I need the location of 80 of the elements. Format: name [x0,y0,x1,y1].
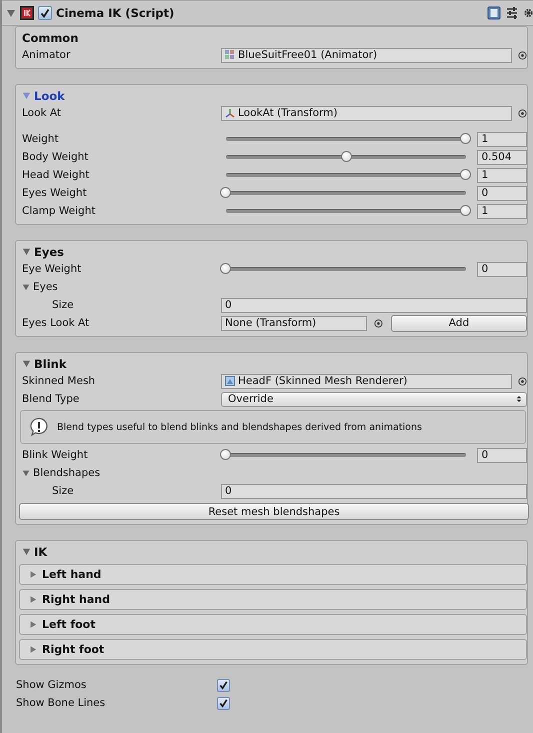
object-picker-icon[interactable] [374,318,383,328]
number-field[interactable]: 1 [477,204,527,218]
foldout-arrow-icon[interactable] [22,469,30,477]
blend-type-dropdown[interactable]: Override [221,392,527,406]
script-icon [20,6,34,20]
fold-arrow-icon[interactable] [22,247,31,256]
slider-thumb[interactable] [341,151,352,162]
foldout-arrow-icon [29,620,37,629]
field-label: Head Weight [22,169,90,181]
foldout-panel[interactable]: Right hand [19,589,527,610]
section-title[interactable]: Eyes [34,244,64,258]
size-field[interactable]: 0 [221,298,527,312]
slider-thumb[interactable] [460,205,472,216]
animator-icon [225,50,235,60]
field-label: Look At [22,107,62,119]
add-button[interactable]: Add [390,314,527,332]
object-field[interactable]: LookAt (Transform) [221,106,512,120]
object-field[interactable]: HeadF (Skinned Mesh Renderer) [221,374,512,388]
object-picker-icon[interactable] [518,50,527,60]
object-picker-icon[interactable] [518,376,527,386]
foldout-arrow-icon [29,645,37,654]
number-field[interactable]: 0.504 [477,150,527,164]
settings-icon[interactable] [523,6,533,20]
toggle-checkbox[interactable] [217,678,230,692]
array-foldout[interactable]: Eyes [22,281,221,293]
object-field[interactable]: BlueSuitFree01 (Animator) [221,48,512,62]
section-title[interactable]: Look [34,88,65,102]
presets-sliders-icon[interactable] [505,6,519,20]
toggle-label: Show Bone Lines [16,697,106,709]
field-label: Eye Weight [22,263,82,275]
foldout-panel[interactable]: Left hand [19,564,527,585]
field-label: Eyes Look At [22,317,90,329]
size-field[interactable]: 0 [221,484,527,498]
mesh-icon [225,376,235,386]
slider-thumb[interactable] [220,187,231,198]
field-label: Blend Type [22,393,80,405]
toggle-label: Show Gizmos [16,679,88,691]
component-title: Cinema IK (Script) [56,6,174,20]
field-label: Size [51,299,75,311]
foldout-arrow-icon[interactable] [22,283,30,291]
slider-thumb[interactable] [460,133,472,144]
updown-arrows-icon [516,395,522,403]
number-field[interactable]: 0 [477,262,527,276]
foldout-panel[interactable]: Left foot [19,614,527,635]
object-field[interactable]: None (Transform) [221,316,368,330]
fold-arrow-icon[interactable] [6,8,16,18]
number-field[interactable]: 1 [477,168,527,182]
object-picker-icon[interactable] [518,108,527,118]
foldout-panel[interactable]: Right foot [19,639,527,660]
field-label: Body Weight [22,151,90,163]
field-label: Animator [22,49,72,61]
foldout-arrow-icon [29,595,37,604]
section-title[interactable]: IK [34,544,48,558]
toggle-checkbox[interactable] [217,696,230,710]
section-title: Common [22,30,78,44]
field-label: Weight [22,133,60,145]
number-field[interactable]: 1 [477,132,527,146]
field-label: Skinned Mesh [22,375,96,387]
slider-thumb[interactable] [460,169,472,180]
number-field[interactable]: 0 [477,448,527,462]
field-label: Clamp Weight [22,205,96,217]
field-label: Blink Weight [22,449,89,461]
section-title[interactable]: Blink [34,356,66,370]
field-value: BlueSuitFree01 (Animator) [238,49,378,61]
field-label: Eyes Weight [22,187,88,199]
slider-thumb[interactable] [220,449,231,460]
array-foldout[interactable]: Blendshapes [22,467,221,479]
field-label: Size [51,485,75,497]
slider-thumb[interactable] [220,263,231,274]
reset-button[interactable]: Reset mesh blendshapes [19,503,529,520]
field-value: HeadF (Skinned Mesh Renderer) [238,375,408,387]
foldout-arrow-icon [29,570,37,579]
fold-arrow-icon[interactable] [22,359,31,368]
number-field[interactable]: 0 [477,186,527,200]
field-value: LookAt (Transform) [238,107,338,119]
help-text: Blend types useful to blend blinks and blendshapes derived from animations [57,422,422,432]
transform-axes-icon [225,108,235,118]
info-icon [29,417,49,437]
fold-arrow-icon[interactable] [22,547,31,556]
enabled-checkbox[interactable] [38,6,52,20]
